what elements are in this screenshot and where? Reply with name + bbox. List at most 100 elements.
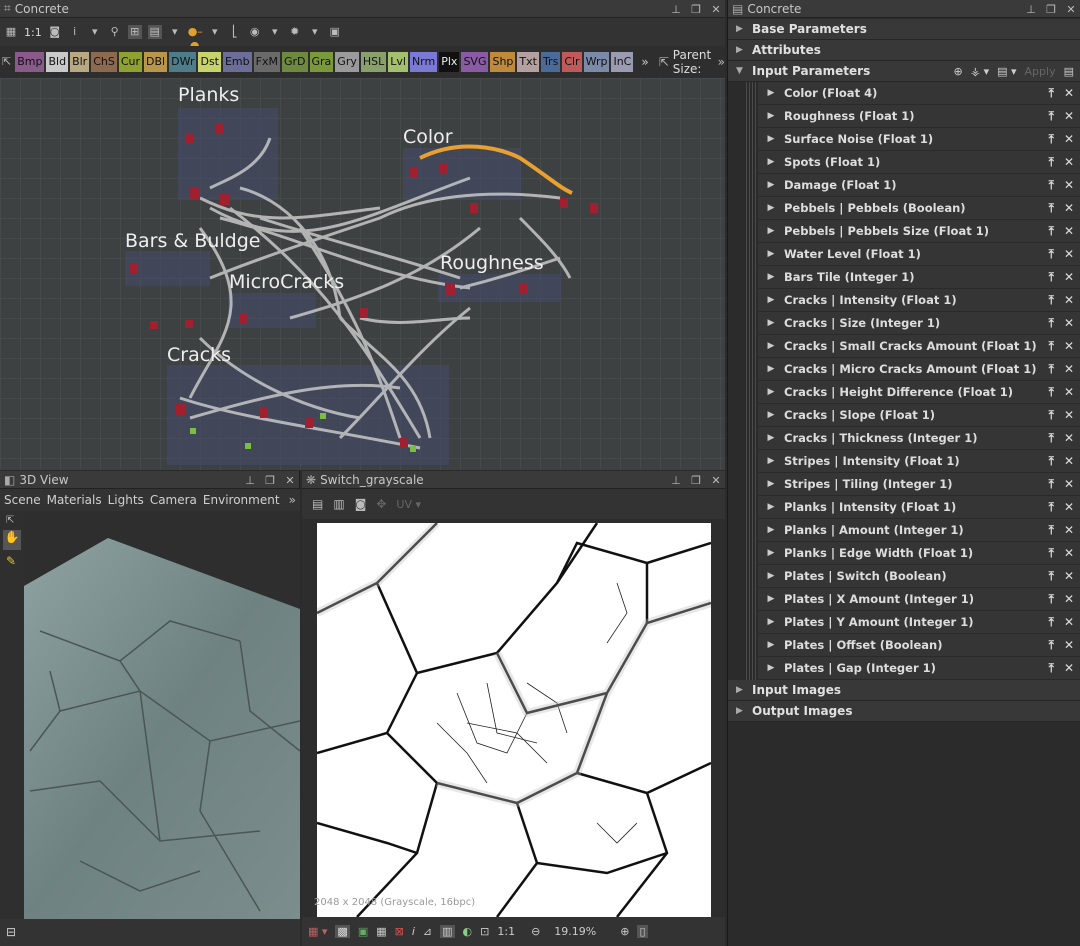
parameter-row[interactable]: ▶ Surface Noise (Float 1) ⤒ ✕ xyxy=(758,128,1080,151)
node-button-dbl[interactable]: DBl xyxy=(144,52,168,72)
delete-icon[interactable]: ✕ xyxy=(1064,638,1074,653)
snapshot-icon[interactable]: ▣ xyxy=(328,25,342,39)
hand-icon[interactable]: ✋ xyxy=(3,530,21,550)
delete-icon[interactable]: ✕ xyxy=(1064,477,1074,492)
node-button-grd[interactable]: GrD xyxy=(281,52,308,72)
gear-icon[interactable]: ✹ xyxy=(288,25,302,39)
checker-icon[interactable]: ▩ xyxy=(335,925,350,938)
delete-icon[interactable]: ✕ xyxy=(1064,500,1074,515)
export-icon[interactable]: ⤒ xyxy=(1049,477,1054,492)
delete-icon[interactable]: ✕ xyxy=(1064,569,1074,584)
external-link-icon[interactable]: ⇱ xyxy=(659,55,669,69)
delete-icon[interactable]: ✕ xyxy=(1064,247,1074,262)
parameter-row[interactable]: ▶ Bars Tile (Integer 1) ⤒ ✕ xyxy=(758,266,1080,289)
node-button-clr[interactable]: Clr xyxy=(562,52,582,72)
node-button-dwr[interactable]: DWr xyxy=(169,52,197,72)
parameter-row[interactable]: ▶ Pebbels | Pebbels Size (Float 1) ⤒ ✕ xyxy=(758,220,1080,243)
export-icon[interactable]: ⤒ xyxy=(1049,155,1054,170)
export-icon[interactable]: ⤒ xyxy=(1049,178,1054,193)
node-button-wrp[interactable]: Wrp xyxy=(583,52,610,72)
add-parameter-icon[interactable]: ⊕ xyxy=(954,65,963,78)
node-button-svg[interactable]: SVG xyxy=(461,52,489,72)
export-icon[interactable]: ⤒ xyxy=(1049,546,1054,561)
node-button-nrm[interactable]: Nrm xyxy=(409,52,438,72)
transform-icon[interactable]: ✥ xyxy=(376,497,386,511)
export-icon[interactable]: ⤒ xyxy=(1049,293,1054,308)
parameter-row[interactable]: ▶ Water Level (Float 1) ⤒ ✕ xyxy=(758,243,1080,266)
zoom-ratio-button[interactable]: 1:1 xyxy=(497,925,515,938)
parameter-row[interactable]: ▶ Plates | X Amount (Integer 1) ⤒ ✕ xyxy=(758,588,1080,611)
chevron-right-icon[interactable]: ▶ xyxy=(758,272,784,282)
parameter-row[interactable]: ▶ Cracks | Slope (Float 1) ⤒ ✕ xyxy=(758,404,1080,427)
node-button-fxm[interactable]: FxM xyxy=(253,52,280,72)
chevron-right-icon[interactable]: ▶ xyxy=(758,318,784,328)
expand-icon[interactable]: ⇱ xyxy=(2,55,11,69)
fit-icon[interactable]: ⊡ xyxy=(480,925,489,938)
chevron-right-icon[interactable]: ▶ xyxy=(758,433,784,443)
zoom-percent[interactable]: 19.19% xyxy=(554,925,596,938)
delete-icon[interactable]: ✕ xyxy=(1064,431,1074,446)
apply-button[interactable]: Apply xyxy=(1025,65,1056,78)
chevron-right-icon[interactable]: ▶ xyxy=(758,410,784,420)
parameter-row[interactable]: ▶ Roughness (Float 1) ⤒ ✕ xyxy=(758,105,1080,128)
delete-icon[interactable]: ✕ xyxy=(1064,109,1074,124)
parameter-row[interactable]: ▶ Plates | Gap (Integer 1) ⤒ ✕ xyxy=(758,657,1080,680)
chevron-right-icon[interactable]: ▶ xyxy=(758,295,784,305)
chevron-right-icon[interactable]: ▶ xyxy=(758,180,784,190)
pin-icon[interactable]: ⊥ xyxy=(669,474,683,487)
color-channels-icon[interactable]: ▦ ▾ xyxy=(308,925,327,938)
uv-dropdown[interactable]: UV ▾ xyxy=(396,498,421,511)
delete-icon[interactable]: ✕ xyxy=(1064,339,1074,354)
parameter-row[interactable]: ▶ Cracks | Height Difference (Float 1) ⤒ ✕ xyxy=(758,381,1080,404)
parameter-row[interactable]: ▶ Stripes | Intensity (Float 1) ⤒ ✕ xyxy=(758,450,1080,473)
parameter-row[interactable]: ▶ Cracks | Intensity (Float 1) ⤒ ✕ xyxy=(758,289,1080,312)
export-icon[interactable]: ⤒ xyxy=(1049,247,1054,262)
menu-scene[interactable]: Scene xyxy=(4,493,41,507)
colorwheel-icon[interactable]: ◐ xyxy=(463,925,473,938)
pin-icon[interactable]: ⊥ xyxy=(243,474,257,487)
node-button-chs[interactable]: ChS xyxy=(91,52,117,72)
save-icon[interactable]: ▥ xyxy=(333,497,344,511)
chevron-right-icon[interactable]: ▶ xyxy=(758,111,784,121)
export-icon[interactable]: ⤒ xyxy=(1049,385,1054,400)
chevron-right-icon[interactable]: ▶ xyxy=(758,364,784,374)
node-button-bmp[interactable]: Bmp xyxy=(15,52,45,72)
chevron-right-icon[interactable]: ▶ xyxy=(758,226,784,236)
delete-icon[interactable]: ✕ xyxy=(1064,615,1074,630)
node-button-dst[interactable]: Dst xyxy=(198,52,221,72)
node-button-emb[interactable]: Emb xyxy=(222,52,252,72)
section-attributes[interactable]: ▶ Attributes xyxy=(728,40,1080,61)
node-graph-canvas[interactable]: Planks Color Bars & Buldge Roughness Mic… xyxy=(0,78,725,470)
group-icon[interactable]: ⚶ ▾ xyxy=(971,65,989,78)
chevron-right-icon[interactable]: ▶ xyxy=(758,548,784,558)
parameter-row[interactable]: ▶ Cracks | Small Cracks Amount (Float 1) ⤒… xyxy=(758,335,1080,358)
camera-icon[interactable]: ◙ xyxy=(355,497,367,511)
delete-icon[interactable]: ✕ xyxy=(1064,316,1074,331)
delete-icon[interactable]: ✕ xyxy=(1064,178,1074,193)
chevron-right-icon[interactable]: ▶ xyxy=(758,479,784,489)
parameter-row[interactable]: ▶ Plates | Switch (Boolean) ⤒ ✕ xyxy=(758,565,1080,588)
node-button-blr[interactable]: Blr xyxy=(70,52,90,72)
node-button-trs[interactable]: Trs xyxy=(540,52,561,72)
section-output-images[interactable]: ▶ Output Images xyxy=(728,701,1080,722)
more-icon[interactable]: » xyxy=(289,493,296,507)
alpha-icon[interactable]: ▣ xyxy=(358,925,368,938)
2d-viewport[interactable]: 2048 x 2048 (Grayscale, 16bpc) xyxy=(302,519,725,917)
export-icon[interactable]: ⤒ xyxy=(1049,431,1054,446)
layout-icon[interactable]: ▤ xyxy=(147,25,162,39)
parameter-row[interactable]: ▶ Cracks | Thickness (Integer 1) ⤒ ✕ xyxy=(758,427,1080,450)
search-icon[interactable]: ⚲ xyxy=(108,25,122,39)
grid-icon[interactable]: ▦ xyxy=(376,925,386,938)
chevron-right-icon[interactable]: ▶ xyxy=(758,502,784,512)
float-icon[interactable]: ❐ xyxy=(689,474,703,487)
delete-icon[interactable]: ✕ xyxy=(1064,86,1074,101)
export-icon[interactable]: ⤒ xyxy=(1049,132,1054,147)
chevron-down-icon[interactable]: ▾ xyxy=(168,25,182,39)
delete-icon[interactable]: ✕ xyxy=(1064,592,1074,607)
tile-icon[interactable]: ⊠ xyxy=(395,925,404,938)
light-pick-icon[interactable]: ✎ xyxy=(0,550,24,572)
export-icon[interactable]: ⤒ xyxy=(1049,316,1054,331)
parameter-row[interactable]: ▶ Planks | Intensity (Float 1) ⤒ ✕ xyxy=(758,496,1080,519)
export-icon[interactable]: ⤒ xyxy=(1049,638,1054,653)
parameter-row[interactable]: ▶ Planks | Edge Width (Float 1) ⤒ ✕ xyxy=(758,542,1080,565)
